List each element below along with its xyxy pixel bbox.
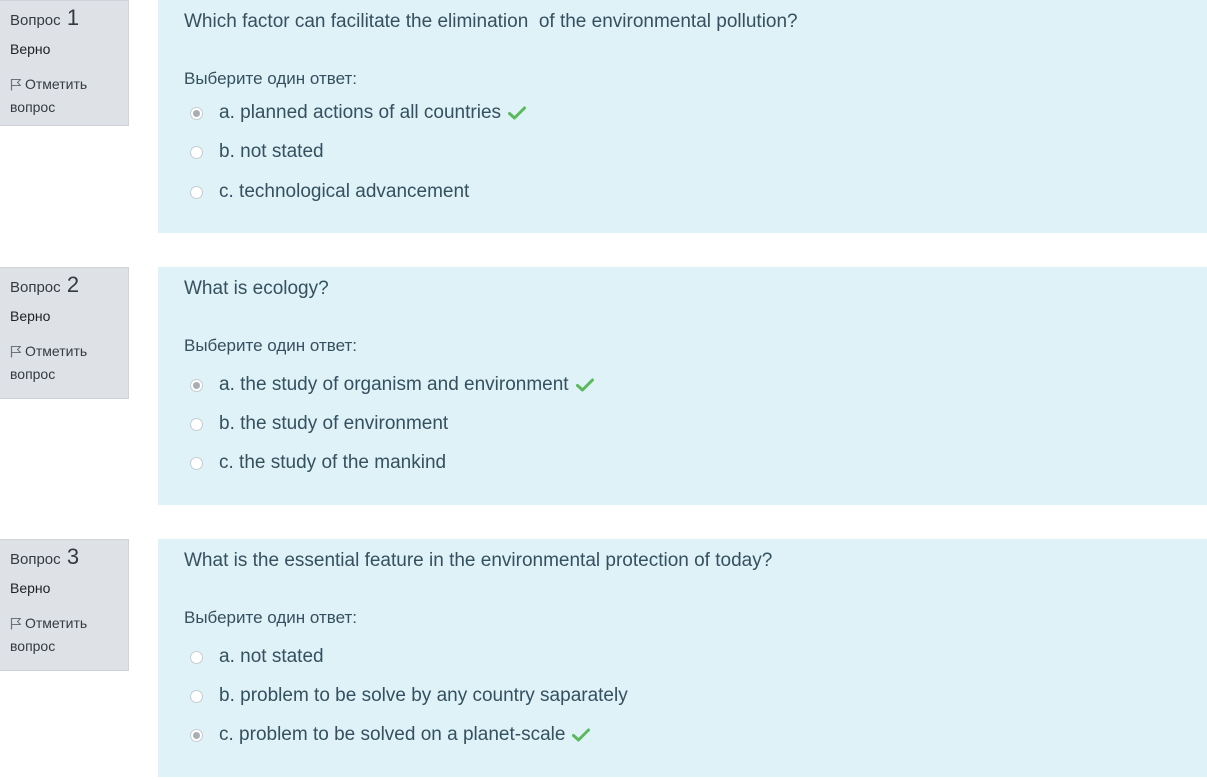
question-text: Which factor can facilitate the eliminat… — [184, 11, 798, 32]
check-icon — [508, 106, 527, 120]
answer-option[interactable]: c. the study of the mankind — [190, 448, 446, 478]
question-number-value: 2 — [66, 272, 80, 297]
question-number: Вопрос 3 — [10, 544, 79, 570]
question-number-value: 1 — [66, 5, 80, 30]
answer-option[interactable]: c. technological advancement — [190, 177, 469, 207]
flag-icon — [10, 345, 22, 358]
flag-question-button[interactable]: Отметить вопрос — [10, 340, 125, 386]
answer-radio[interactable] — [190, 650, 203, 664]
answer-prompt: Выберите один ответ: — [184, 608, 357, 627]
question-text: What is the essential feature in the env… — [184, 550, 773, 571]
question-3: Вопрос 3 Верно Отметить вопрос What is t… — [0, 539, 1207, 777]
check-icon — [575, 378, 594, 392]
answer-label: c. technological advancement — [219, 181, 470, 202]
question-content: What is ecology? Выберите один ответ: a.… — [158, 267, 1207, 505]
flag-question-button[interactable]: Отметить вопрос — [10, 612, 125, 658]
question-text: What is ecology? — [184, 278, 329, 299]
answer-option[interactable]: b. the study of environment — [190, 409, 448, 439]
answer-option[interactable]: a. the study of organism and environment — [190, 370, 594, 400]
question-number-value: 3 — [66, 544, 80, 569]
answer-radio[interactable] — [190, 378, 203, 392]
question-state: Верно — [10, 41, 51, 57]
question-prefix: Вопрос — [10, 12, 61, 29]
answer-radio[interactable] — [190, 185, 203, 199]
answer-radio[interactable] — [190, 456, 203, 470]
flag-icon — [10, 78, 22, 91]
question-number: Вопрос 2 — [10, 272, 79, 298]
question-info: Вопрос 3 Верно Отметить вопрос — [0, 539, 129, 671]
flag-question-button[interactable]: Отметить вопрос — [10, 73, 125, 119]
question-1: Вопрос 1 Верно Отметить вопрос Which fac… — [0, 0, 1207, 236]
answer-radio[interactable] — [190, 689, 203, 703]
question-content: Which factor can facilitate the eliminat… — [158, 0, 1207, 233]
answer-label: a. planned actions of all countries — [219, 102, 502, 123]
question-info: Вопрос 1 Верно Отметить вопрос — [0, 0, 129, 126]
answer-label: b. not stated — [219, 141, 324, 162]
question-prefix: Вопрос — [10, 551, 61, 568]
question-prefix: Вопрос — [10, 279, 61, 296]
answer-option[interactable]: a. planned actions of all countries — [190, 98, 527, 128]
answer-label: c. the study of the mankind — [219, 452, 447, 473]
answer-option[interactable]: c. problem to be solved on a planet-scal… — [190, 720, 591, 750]
answer-label: a. not stated — [219, 646, 324, 667]
answer-prompt: Выберите один ответ: — [184, 69, 357, 88]
answer-radio[interactable] — [190, 145, 203, 159]
answer-label: a. the study of organism and environment — [219, 374, 569, 395]
question-content: What is the essential feature in the env… — [158, 539, 1207, 777]
answer-label: c. problem to be solved on a planet-scal… — [219, 724, 566, 745]
flag-icon — [10, 617, 22, 630]
answer-label: b. the study of environment — [219, 413, 449, 434]
question-number: Вопрос 1 — [10, 5, 79, 31]
check-icon — [572, 728, 591, 742]
answer-label: b. problem to be solve by any country sa… — [219, 685, 628, 706]
answer-option[interactable]: b. not stated — [190, 137, 324, 167]
question-2: Вопрос 2 Верно Отметить вопрос What is e… — [0, 267, 1207, 505]
answer-prompt: Выберите один ответ: — [184, 336, 357, 355]
question-info: Вопрос 2 Верно Отметить вопрос — [0, 267, 129, 399]
question-state: Верно — [10, 580, 51, 596]
answer-radio[interactable] — [190, 106, 203, 120]
answer-option[interactable]: b. problem to be solve by any country sa… — [190, 681, 628, 711]
question-state: Верно — [10, 308, 51, 324]
answer-radio[interactable] — [190, 728, 203, 742]
answer-option[interactable]: a. not stated — [190, 642, 324, 672]
answer-radio[interactable] — [190, 417, 203, 431]
